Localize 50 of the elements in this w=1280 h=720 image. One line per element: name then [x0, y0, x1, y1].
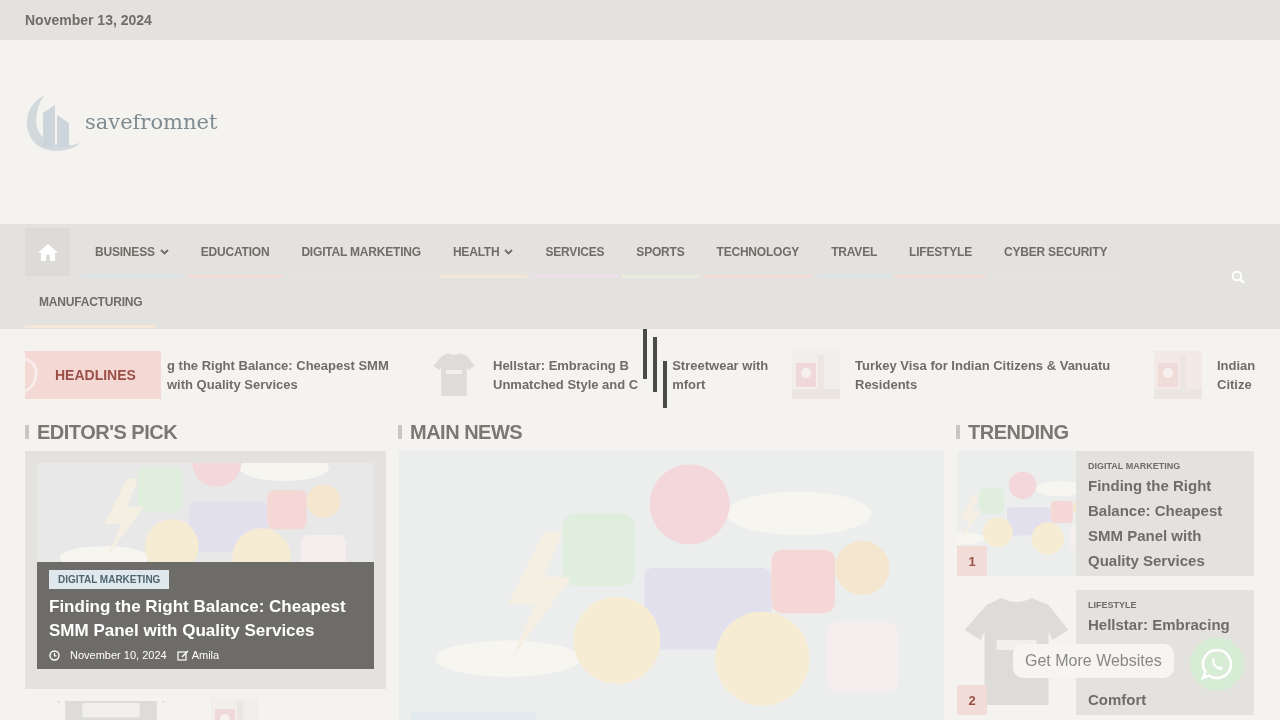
rank-badge: 1 — [957, 546, 987, 576]
nav-link[interactable]: TECHNOLOGY — [702, 228, 814, 278]
nav-link[interactable]: CYBER SECURITY — [989, 228, 1122, 278]
home-icon — [36, 242, 59, 262]
chevron-down-icon — [504, 248, 514, 255]
article-title[interactable]: SMM Panel with — [1088, 526, 1242, 546]
headlines-text: HEADLINES — [55, 367, 136, 383]
arc-icon — [25, 357, 39, 393]
article-title[interactable]: Finding the Right Balance: Cheapest SMM Panel with Quality Services — [49, 595, 362, 643]
article-title[interactable]: Comfort — [1088, 690, 1242, 710]
heading-marker — [25, 425, 29, 439]
nav-link[interactable]: HEALTH — [438, 228, 528, 278]
chat-tooltip[interactable]: Get More Websites — [1013, 644, 1174, 678]
nav-link[interactable]: SPORTS — [622, 228, 699, 278]
heading-marker — [398, 425, 402, 439]
edit-icon — [176, 649, 189, 661]
nav-link[interactable]: LIFESTYLE — [895, 228, 986, 278]
category-label[interactable]: DIGITAL MARKETING — [1088, 461, 1242, 471]
post-date: November 10, 2024 — [70, 649, 167, 661]
search-icon — [1231, 270, 1245, 284]
headline-link[interactable]: Indian Citize — [1217, 356, 1256, 394]
date: November 13, 2024 — [25, 12, 152, 28]
section-heading: EDITOR'S PICK — [37, 420, 178, 444]
nav-link[interactable]: BUSINESS — [81, 228, 183, 278]
post-author[interactable]: Amila — [191, 649, 220, 661]
chat-bubble-icon — [1199, 647, 1234, 681]
section-heading: TRENDING — [968, 420, 1069, 444]
article-title[interactable]: Quality Services — [1088, 551, 1242, 571]
nav-link[interactable]: TRAVEL — [817, 228, 892, 278]
headline-link[interactable]: Turkey Visa for Indian Citizens & Vanuatu Residents — [855, 356, 1111, 394]
rank-badge: 2 — [957, 685, 987, 715]
search-button[interactable] — [1231, 270, 1245, 284]
headline-link[interactable]: Hellstar: Embracing B Streetwear with Unmatched Style and C mfort — [493, 356, 769, 394]
heading-marker — [956, 425, 960, 439]
article-title[interactable]: Balance: Cheapest — [1088, 501, 1242, 521]
loading-icon — [642, 328, 669, 409]
logo-text: savefromnet — [85, 110, 218, 134]
nav-link[interactable]: DIGITAL MARKETING — [287, 228, 435, 278]
article-title[interactable]: Hellstar: Embracing — [1088, 615, 1242, 635]
nav-link[interactable]: EDUCATION — [186, 228, 284, 278]
section-heading: MAIN NEWS — [410, 420, 523, 444]
category-label[interactable]: LIFESTYLE — [1088, 600, 1242, 610]
nav-link[interactable]: SERVICES — [531, 228, 619, 278]
nav-link[interactable]: MANUFACTURING — [25, 278, 157, 328]
headline-link[interactable]: g the Right Balance: Cheapest SMM with Quality Services — [167, 356, 389, 394]
home-button[interactable] — [25, 228, 70, 276]
category-tag[interactable]: DIGITAL MARKETING — [49, 570, 170, 589]
chevron-down-icon — [159, 248, 169, 255]
clock-icon — [49, 649, 60, 661]
article-title[interactable]: Finding the Right — [1088, 476, 1242, 496]
